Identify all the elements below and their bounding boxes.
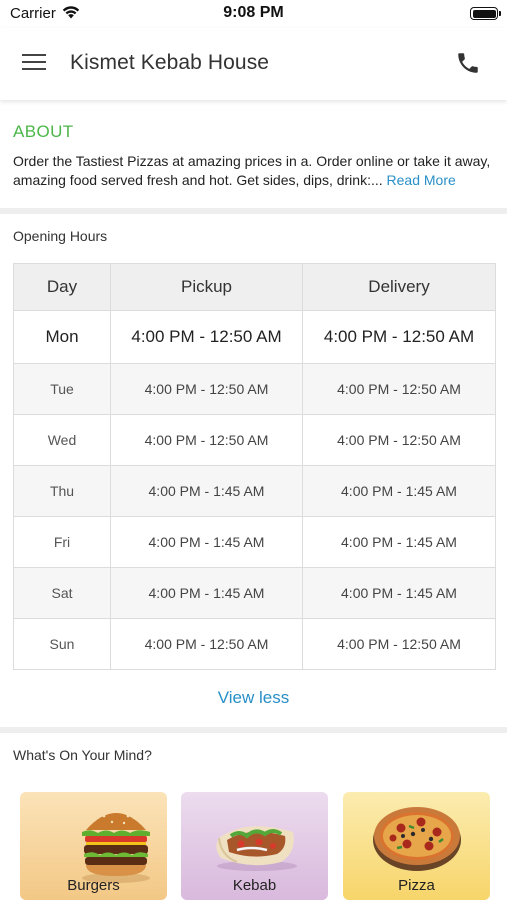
page-title: Kismet Kebab House	[70, 51, 270, 74]
battery-icon	[470, 7, 501, 20]
table-row: Thu 4:00 PM - 1:45 AM 4:00 PM - 1:45 AM	[13, 465, 496, 517]
category-card-kebab[interactable]: Kebab	[181, 792, 328, 900]
table-row: Wed 4:00 PM - 12:50 AM 4:00 PM - 12:50 A…	[13, 414, 496, 466]
column-header-delivery: Delivery	[302, 263, 496, 311]
day-cell: Sat	[13, 567, 111, 619]
status-bar: Carrier 9:08 PM	[0, 0, 507, 28]
table-row: Mon 4:00 PM - 12:50 AM 4:00 PM - 12:50 A…	[13, 310, 496, 364]
opening-hours-label: Opening Hours	[13, 228, 108, 244]
pickup-cell: 4:00 PM - 12:50 AM	[110, 310, 303, 364]
table-row: Tue 4:00 PM - 12:50 AM 4:00 PM - 12:50 A…	[13, 363, 496, 415]
table-row: Sun 4:00 PM - 12:50 AM 4:00 PM - 12:50 A…	[13, 618, 496, 670]
hamburger-menu-icon[interactable]	[22, 52, 48, 74]
pickup-cell: 4:00 PM - 12:50 AM	[110, 618, 303, 670]
status-time: 9:08 PM	[223, 4, 284, 21]
pickup-cell: 4:00 PM - 12:50 AM	[110, 363, 303, 415]
category-card-pizza[interactable]: Pizza	[343, 792, 490, 900]
pickup-cell: 4:00 PM - 1:45 AM	[110, 465, 303, 517]
opening-hours-table: Day Pickup Delivery Mon 4:00 PM - 12:50 …	[13, 263, 496, 670]
day-cell: Thu	[13, 465, 111, 517]
day-cell: Tue	[13, 363, 111, 415]
column-header-day: Day	[13, 263, 111, 311]
about-section: ABOUT Order the Tastiest Pizzas at amazi…	[0, 112, 507, 207]
day-cell: Fri	[13, 516, 111, 568]
category-label-kebab: Kebab	[232, 877, 277, 894]
day-cell: Sun	[13, 618, 111, 670]
category-label-pizza: Pizza	[398, 877, 435, 894]
table-header-row: Day Pickup Delivery	[13, 263, 496, 311]
delivery-cell: 4:00 PM - 1:45 AM	[302, 567, 496, 619]
pickup-cell: 4:00 PM - 1:45 AM	[110, 516, 303, 568]
whats-on-your-mind-label: What's On Your Mind?	[13, 747, 152, 763]
delivery-cell: 4:00 PM - 1:45 AM	[302, 465, 496, 517]
read-more-link[interactable]: Read More	[387, 172, 456, 188]
delivery-cell: 4:00 PM - 12:50 AM	[302, 414, 496, 466]
table-row: Fri 4:00 PM - 1:45 AM 4:00 PM - 1:45 AM	[13, 516, 496, 568]
column-header-pickup: Pickup	[110, 263, 303, 311]
phone-icon[interactable]	[455, 50, 481, 76]
delivery-cell: 4:00 PM - 12:50 AM	[302, 310, 496, 364]
view-less-button[interactable]: View less	[0, 688, 507, 708]
table-row: Sat 4:00 PM - 1:45 AM 4:00 PM - 1:45 AM	[13, 567, 496, 619]
about-title: ABOUT	[13, 122, 74, 141]
delivery-cell: 4:00 PM - 12:50 AM	[302, 363, 496, 415]
section-divider	[0, 208, 507, 214]
app-header: Kismet Kebab House	[0, 28, 507, 100]
section-divider	[0, 727, 507, 733]
day-cell: Mon	[13, 310, 111, 364]
delivery-cell: 4:00 PM - 1:45 AM	[302, 516, 496, 568]
day-cell: Wed	[13, 414, 111, 466]
delivery-cell: 4:00 PM - 12:50 AM	[302, 618, 496, 670]
about-description: Order the Tastiest Pizzas at amazing pri…	[13, 152, 498, 190]
category-card-burgers[interactable]: Burgers	[20, 792, 167, 900]
category-label-burgers: Burgers	[67, 877, 120, 894]
pickup-cell: 4:00 PM - 1:45 AM	[110, 567, 303, 619]
pickup-cell: 4:00 PM - 12:50 AM	[110, 414, 303, 466]
